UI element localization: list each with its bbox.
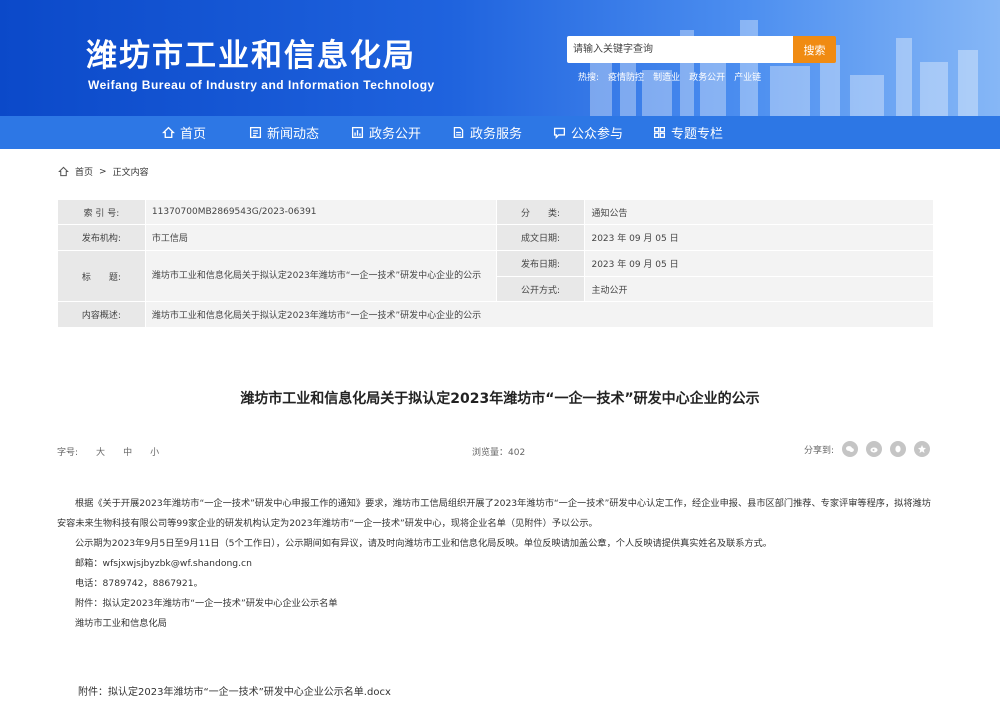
hot-link-epidemic[interactable]: 疫情防控 <box>608 70 644 83</box>
hot-link-manufacturing[interactable]: 制造业 <box>653 70 680 83</box>
view-count: 浏览量：402 <box>472 448 526 458</box>
document-info-table: 索 引 号: 11370700MB2869543G/2023-06391 分 类… <box>57 199 935 328</box>
created-date-value: 2023 年 09 月 05 日 <box>584 224 934 251</box>
nav-item-news[interactable]: 新闻动态 <box>249 116 319 149</box>
breadcrumb-current: 正文内容 <box>112 168 149 178</box>
attachment-note: 附件：拟认定2023年潍坊市“一企一技术”研发中心企业公示名单 <box>75 598 338 609</box>
table-row: 发布机构: 市工信局 成文日期: 2023 年 09 月 05 日 <box>57 224 934 251</box>
nav-label: 公众参与 <box>571 127 624 142</box>
created-date-label: 成文日期: <box>495 224 586 251</box>
hot-search-label: 热搜: <box>578 73 600 83</box>
nav-label: 新闻动态 <box>267 127 320 142</box>
contact-phone: 电话：8789742，8867921。 <box>75 578 203 589</box>
published-date-label: 发布日期: <box>495 250 586 277</box>
site-title: 潍坊市工业和信息化局 <box>86 38 416 74</box>
article-body: 根据《关于开展2023年潍坊市“一企一技术”研发中心申报工作的通知》要求，潍坊市… <box>57 494 937 634</box>
article-paragraph: 公示期为2023年9月5日至9月11日（5个工作日），公示期间如有异议，请及时向… <box>75 538 772 549</box>
wechat-icon[interactable] <box>842 441 859 457</box>
search-input[interactable] <box>567 36 793 63</box>
nav-label: 政务服务 <box>470 127 523 142</box>
title-label: 标 题: <box>57 250 146 302</box>
nav-item-gov-service[interactable]: 政务服务 <box>452 116 522 149</box>
nav-item-special-topics[interactable]: 专题专栏 <box>653 116 723 149</box>
home-icon <box>58 166 69 177</box>
news-icon <box>249 126 262 139</box>
font-large-button[interactable]: 大 <box>96 445 105 458</box>
chart-icon <box>351 126 364 139</box>
search-button[interactable]: 搜索 <box>793 36 836 63</box>
site-subtitle: Weifang Bureau of Industry and Informati… <box>88 78 435 92</box>
breadcrumb-separator: > <box>99 166 107 177</box>
open-method-label: 公开方式: <box>495 276 586 302</box>
chat-icon <box>553 127 566 139</box>
hot-search-links: 热搜: 疫情防控 制造业 政务公开 产业链 <box>578 70 761 83</box>
category-value: 通知公告 <box>584 199 934 225</box>
share-label: 分享到: <box>804 445 835 456</box>
breadcrumb-home-link[interactable]: 首页 <box>75 165 93 178</box>
nav-item-public-participation[interactable]: 公众参与 <box>553 116 623 149</box>
qzone-icon[interactable] <box>914 441 931 457</box>
qq-icon[interactable] <box>890 441 907 457</box>
nav-label: 首页 <box>180 127 207 142</box>
nav-item-home[interactable]: 首页 <box>162 116 206 149</box>
table-row: 内容概述: 潍坊市工业和信息化局关于拟认定2023年潍坊市“一企一技术”研发中心… <box>57 301 935 328</box>
table-row: 索 引 号: 11370700MB2869543G/2023-06391 分 类… <box>57 199 934 225</box>
hot-link-industry-chain[interactable]: 产业链 <box>734 70 761 83</box>
font-medium-button[interactable]: 中 <box>123 445 132 458</box>
font-size-controls: 字号: 大 中 小 <box>57 445 159 458</box>
home-icon <box>162 126 175 139</box>
open-method-value: 主动公开 <box>584 276 934 302</box>
contact-email: 邮箱：wfsjxwjsjbyzbk@wf.shandong.cn <box>75 558 252 569</box>
summary-label: 内容概述: <box>57 301 146 328</box>
index-label: 索 引 号: <box>57 199 146 225</box>
issuer-label: 发布机构: <box>57 224 146 251</box>
issuer-value: 市工信局 <box>144 224 497 251</box>
table-row: 标 题: 潍坊市工业和信息化局关于拟认定2023年潍坊市“一企一技术”研发中心企… <box>57 250 934 302</box>
index-value: 11370700MB2869543G/2023-06391 <box>144 199 497 225</box>
title-value: 潍坊市工业和信息化局关于拟认定2023年潍坊市“一企一技术”研发中心企业的公示 <box>144 250 497 302</box>
nav-label: 专题专栏 <box>671 127 724 142</box>
grid-icon <box>654 127 665 138</box>
font-small-button[interactable]: 小 <box>150 445 159 458</box>
breadcrumb: 首页 > 正文内容 <box>58 165 149 178</box>
weibo-icon[interactable] <box>866 441 883 457</box>
header-banner: 潍坊市工业和信息化局 Weifang Bureau of Industry an… <box>0 0 1000 116</box>
signature: 潍坊市工业和信息化局 <box>75 618 167 629</box>
category-label: 分 类: <box>495 199 586 225</box>
nav-label: 政务公开 <box>369 127 422 142</box>
published-date-value: 2023 年 09 月 05 日 <box>584 250 934 277</box>
article-paragraph: 根据《关于开展2023年潍坊市“一企一技术”研发中心申报工作的通知》要求，潍坊市… <box>57 498 931 529</box>
nav-item-gov-open[interactable]: 政务公开 <box>351 116 421 149</box>
attachment-download-link[interactable]: 附件：拟认定2023年潍坊市“一企一技术”研发中心企业公示名单.docx <box>78 683 391 698</box>
hot-link-gov-open[interactable]: 政务公开 <box>689 70 725 83</box>
main-nav: 首页 新闻动态 政务公开 政务服务 公众参与 专题专栏 <box>0 116 1000 149</box>
summary-value: 潍坊市工业和信息化局关于拟认定2023年潍坊市“一企一技术”研发中心企业的公示 <box>144 301 935 328</box>
document-icon <box>453 126 464 139</box>
font-size-label: 字号: <box>57 448 79 458</box>
article-title: 潍坊市工业和信息化局关于拟认定2023年潍坊市“一企一技术”研发中心企业的公示 <box>240 391 760 407</box>
share-bar: 分享到: <box>804 441 931 457</box>
